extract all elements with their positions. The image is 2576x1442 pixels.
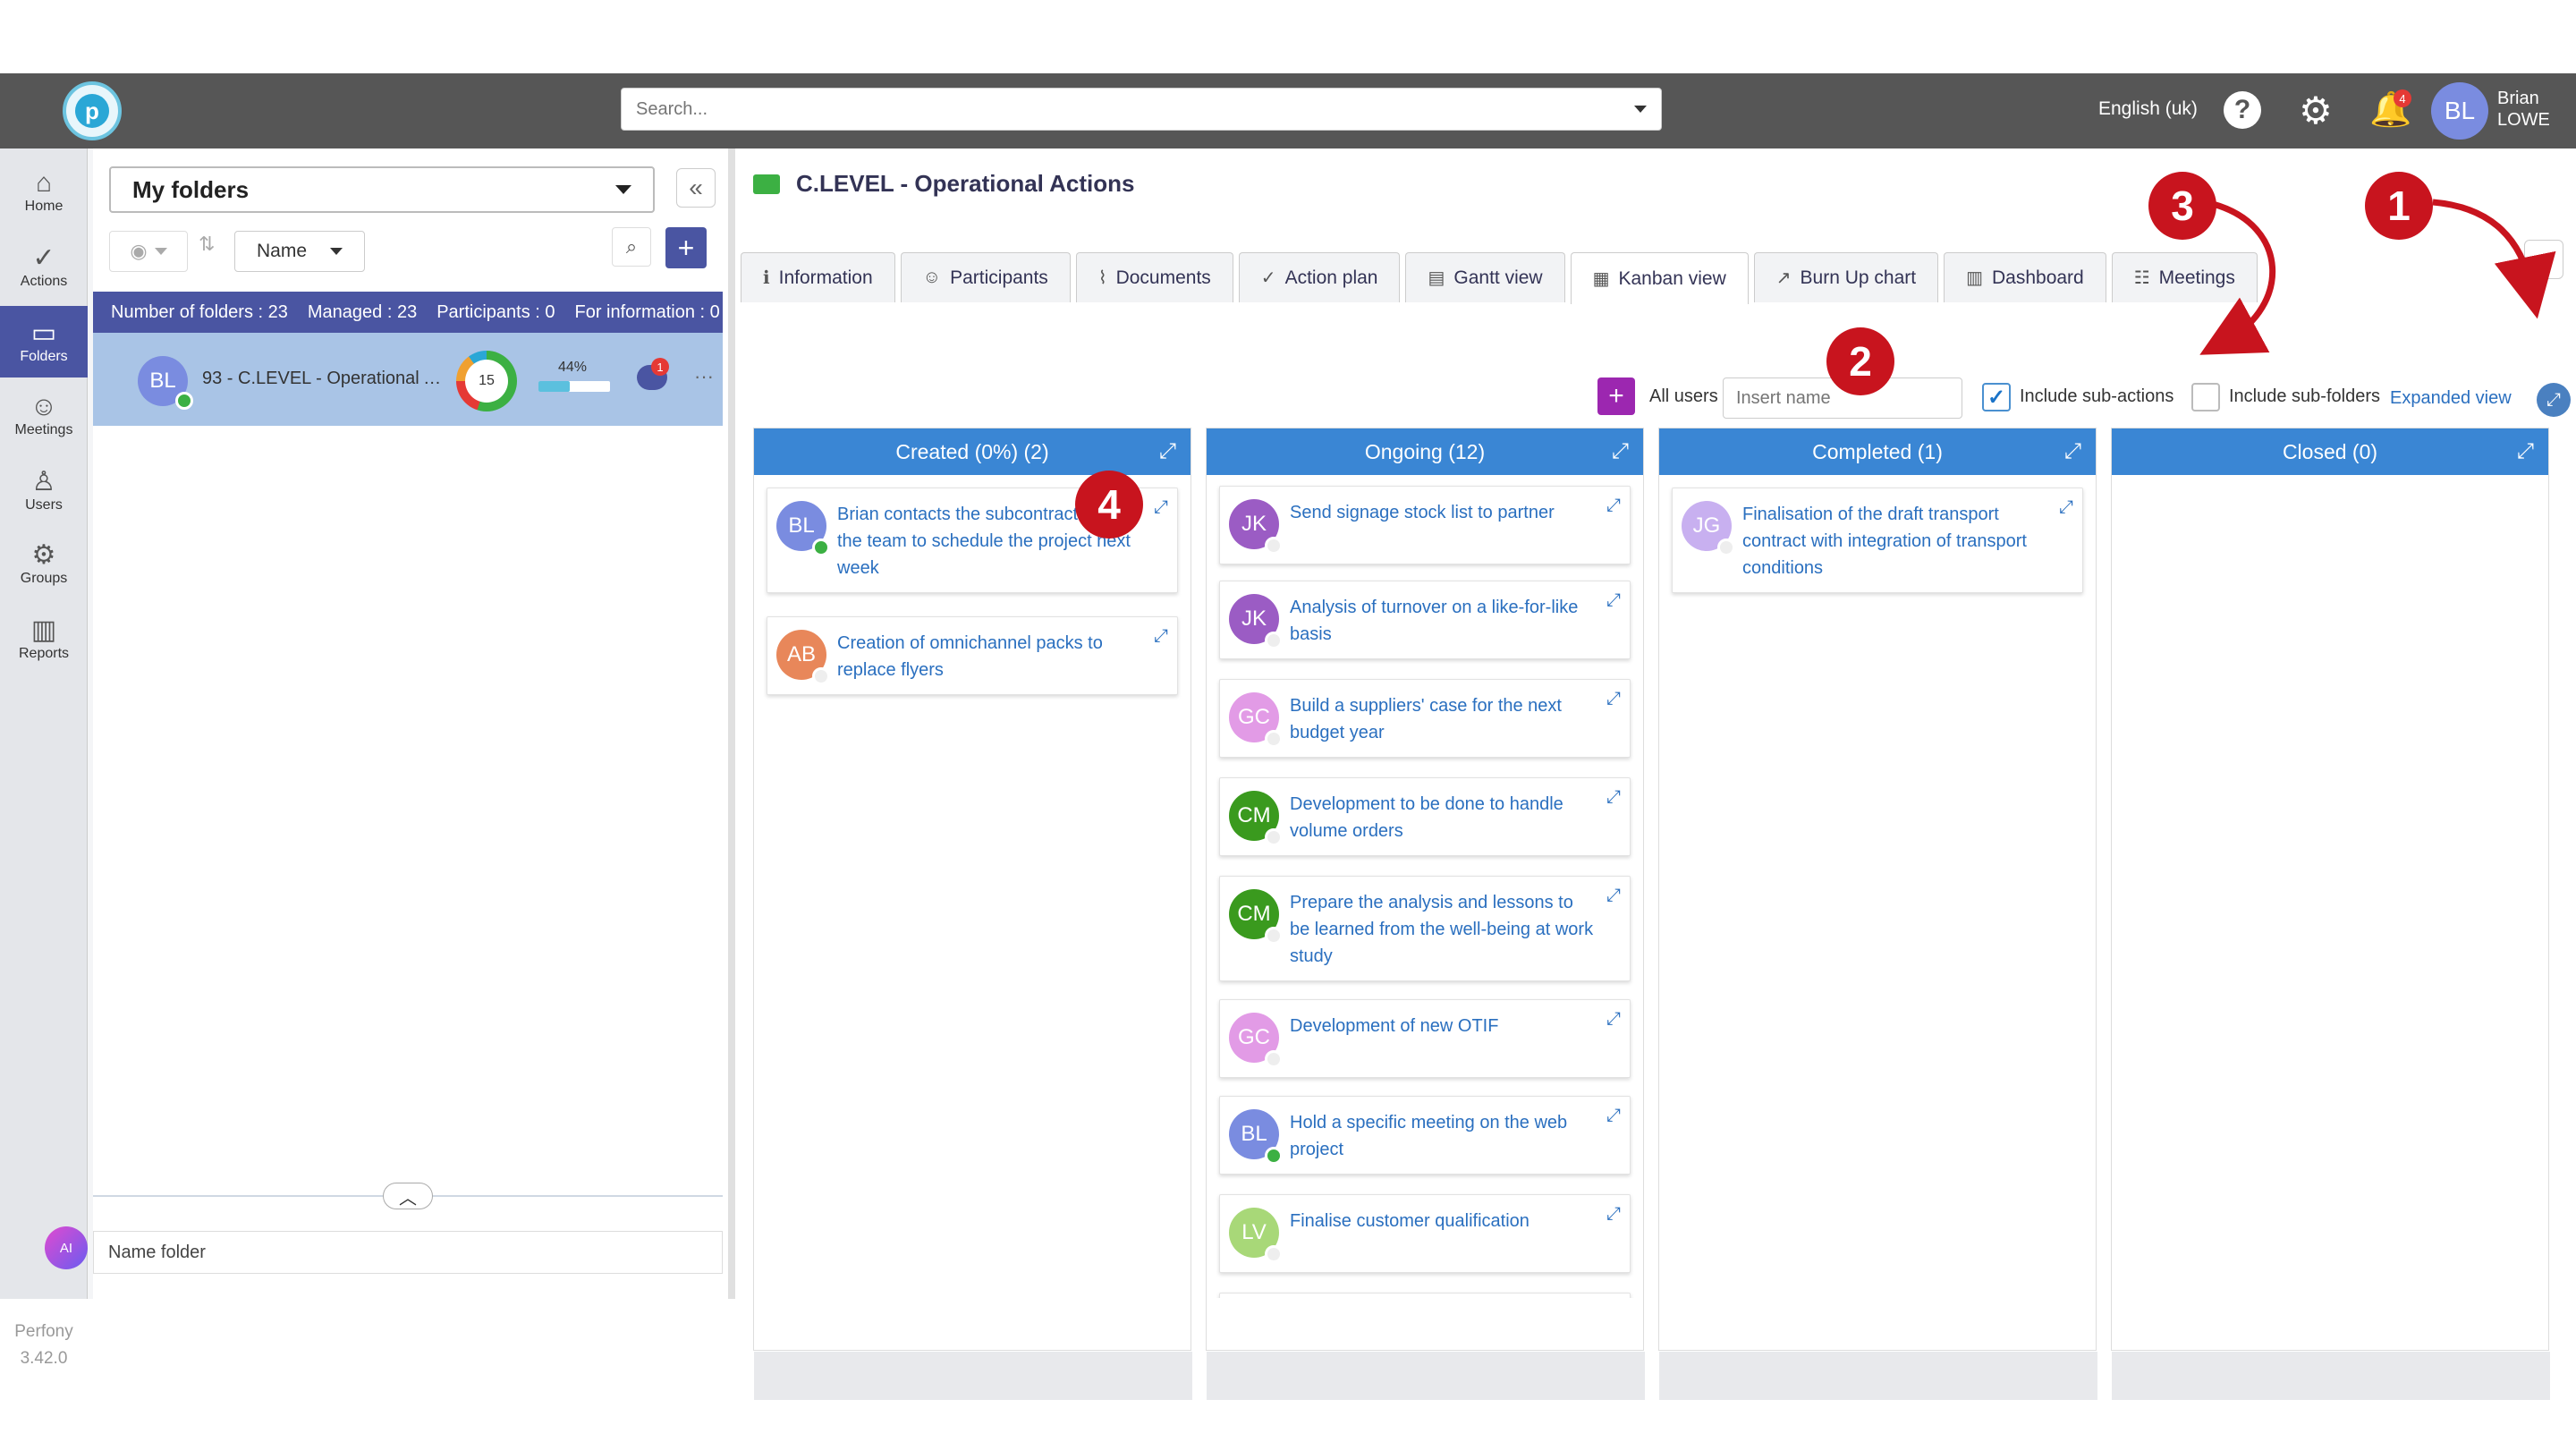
annotation-marker-1: 1 (2365, 172, 2433, 240)
annotation-marker-3: 3 (2148, 172, 2216, 240)
version-number: 3.42.0 (20, 1349, 68, 1368)
column-footer (754, 1352, 1192, 1400)
app-version: Perfony 3.42.0 (0, 1319, 88, 1372)
annotation-marker-4: 4 (1075, 471, 1143, 539)
annotation-arrows (2199, 199, 2556, 355)
version-name: Perfony (14, 1322, 73, 1341)
column-footer (1207, 1352, 1645, 1400)
annotation-arrow-3 (2199, 200, 2276, 355)
app-window: p English (uk) ? ⚙ 🔔 4 BL Brian LOWE ⌂Ho… (0, 73, 2576, 1400)
column-footer (2112, 1352, 2550, 1400)
annotation-marker-2: 2 (1826, 327, 1894, 395)
column-footer (1659, 1352, 2097, 1400)
annotation-arrow-1 (2432, 199, 2556, 319)
